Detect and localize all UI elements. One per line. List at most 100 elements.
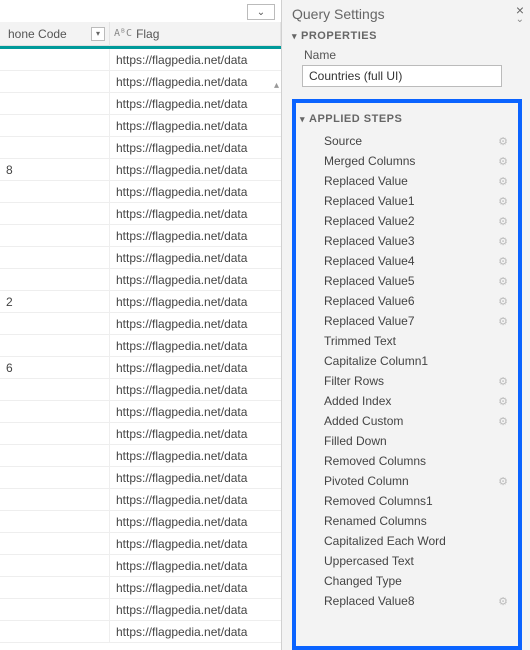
gear-icon[interactable]: ⚙ [498,375,508,388]
cell-phone-code [0,379,110,400]
applied-step[interactable]: Filter Rows ⚙ [300,371,514,391]
applied-step[interactable]: Merged Columns⚙ [300,151,514,171]
applied-step[interactable]: Added Custom⚙ [300,411,514,431]
cell-flag-url: https://flagpedia.net/data [110,511,281,532]
gear-icon[interactable]: ⚙ [498,235,508,248]
table-row[interactable]: https://flagpedia.net/data [0,71,281,93]
table-row[interactable]: https://flagpedia.net/data [0,93,281,115]
applied-step[interactable]: Replaced Value5 ⚙ [300,271,514,291]
cell-phone-code [0,225,110,246]
applied-step[interactable]: Added Index⚙ [300,391,514,411]
applied-step[interactable]: Source⚙ [300,131,514,151]
applied-step[interactable]: Uppercased Text [300,551,514,571]
applied-step[interactable]: Changed Type [300,571,514,591]
cell-flag-url: https://flagpedia.net/data [110,555,281,576]
gear-icon[interactable]: ⚙ [498,215,508,228]
table-row[interactable]: https://flagpedia.net/data [0,401,281,423]
applied-step[interactable]: Capitalized Each Word [300,531,514,551]
caret-down-icon: ▾ [300,114,305,125]
column-header-flag[interactable]: AᴮC Flag [110,22,281,46]
applied-step-label: Capitalize Column1 [324,354,428,368]
applied-step[interactable]: Removed Columns1 [300,491,514,511]
applied-step[interactable]: Replaced Value8 ⚙ [300,591,514,611]
applied-step[interactable]: Replaced Value3⚙ [300,231,514,251]
gear-icon[interactable]: ⚙ [498,175,508,188]
cell-phone-code [0,423,110,444]
gear-icon[interactable]: ⚙ [498,475,508,488]
column-header-label: Flag [136,27,159,41]
applied-step[interactable]: Trimmed Text [300,331,514,351]
table-row[interactable]: https://flagpedia.net/data [0,247,281,269]
applied-step-label: Replaced Value8 [324,594,415,608]
cell-phone-code [0,511,110,532]
applied-step[interactable]: Replaced Value6⚙ [300,291,514,311]
query-name-input[interactable] [302,65,502,87]
applied-step[interactable]: Capitalize Column1 [300,351,514,371]
table-row[interactable]: https://flagpedia.net/data [0,181,281,203]
table-row[interactable]: https://flagpedia.net/data [0,467,281,489]
table-row[interactable]: https://flagpedia.net/data [0,599,281,621]
cell-flag-url: https://flagpedia.net/data [110,533,281,554]
cell-phone-code [0,621,110,642]
table-row[interactable]: https://flagpedia.net/data [0,335,281,357]
column-header-phone-code[interactable]: hone Code ▾ [0,22,110,46]
applied-step[interactable]: Replaced Value7⚙ [300,311,514,331]
table-row[interactable]: https://flagpedia.net/data [0,489,281,511]
table-row[interactable]: https://flagpedia.net/data [0,511,281,533]
table-row[interactable]: https://flagpedia.net/data [0,533,281,555]
table-row[interactable]: https://flagpedia.net/data [0,49,281,71]
applied-step[interactable]: Filled Down [300,431,514,451]
applied-step[interactable]: Replaced Value4⚙ [300,251,514,271]
gear-icon[interactable]: ⚙ [498,195,508,208]
applied-step[interactable]: Replaced Value2⚙ [300,211,514,231]
table-row[interactable]: 2https://flagpedia.net/data [0,291,281,313]
cell-phone-code [0,49,110,70]
cell-flag-url: https://flagpedia.net/data [110,489,281,510]
table-row[interactable]: https://flagpedia.net/data [0,577,281,599]
applied-step-label: Replaced Value [324,174,408,188]
gear-icon[interactable]: ⚙ [498,255,508,268]
scroll-up-icon[interactable]: ▴ [274,80,282,90]
cell-phone-code [0,115,110,136]
table-row[interactable]: https://flagpedia.net/data [0,115,281,137]
gear-icon[interactable]: ⚙ [498,315,508,328]
query-settings-pane: × ⌄ Query Settings ▾ PROPERTIES Name ▾ A… [282,0,530,650]
applied-step-label: Filter Rows [324,374,384,388]
gear-icon[interactable]: ⚙ [498,135,508,148]
table-row[interactable]: https://flagpedia.net/data [0,379,281,401]
properties-section-header[interactable]: ▾ PROPERTIES [292,30,522,42]
table-row[interactable]: https://flagpedia.net/data [0,225,281,247]
gear-icon[interactable]: ⚙ [498,155,508,168]
applied-step[interactable]: Replaced Value1⚙ [300,191,514,211]
expand-chevron[interactable]: ⌄ [247,4,275,20]
gear-icon[interactable]: ⚙ [498,395,508,408]
table-row[interactable]: https://flagpedia.net/data [0,445,281,467]
applied-steps-label: APPLIED STEPS [309,113,402,125]
table-row[interactable]: https://flagpedia.net/data [0,621,281,643]
table-row[interactable]: https://flagpedia.net/data [0,137,281,159]
gear-icon[interactable]: ⚙ [498,295,508,308]
table-row[interactable]: https://flagpedia.net/data [0,423,281,445]
applied-step-label: Trimmed Text [324,334,396,348]
applied-step[interactable]: Renamed Columns [300,511,514,531]
table-row[interactable]: https://flagpedia.net/data [0,203,281,225]
table-row[interactable]: https://flagpedia.net/data [0,313,281,335]
table-row[interactable]: 6https://flagpedia.net/data [0,357,281,379]
column-filter-dropdown[interactable]: ▾ [91,27,105,41]
applied-step[interactable]: Pivoted Column⚙ [300,471,514,491]
gear-icon[interactable]: ⚙ [498,275,508,288]
name-label: Name [304,48,522,62]
cell-phone-code [0,71,110,92]
table-row[interactable]: https://flagpedia.net/data [0,269,281,291]
applied-steps-section-header[interactable]: ▾ APPLIED STEPS [300,113,514,125]
applied-step[interactable]: Replaced Value ⚙ [300,171,514,191]
cell-flag-url: https://flagpedia.net/data [110,49,281,70]
gear-icon[interactable]: ⚙ [498,415,508,428]
gear-icon[interactable]: ⚙ [498,595,508,608]
cell-phone-code [0,467,110,488]
table-row[interactable]: 8https://flagpedia.net/data [0,159,281,181]
table-row[interactable]: https://flagpedia.net/data [0,555,281,577]
applied-step[interactable]: Removed Columns [300,451,514,471]
cell-flag-url: https://flagpedia.net/data [110,203,281,224]
applied-step-label: Replaced Value5 [324,274,415,288]
